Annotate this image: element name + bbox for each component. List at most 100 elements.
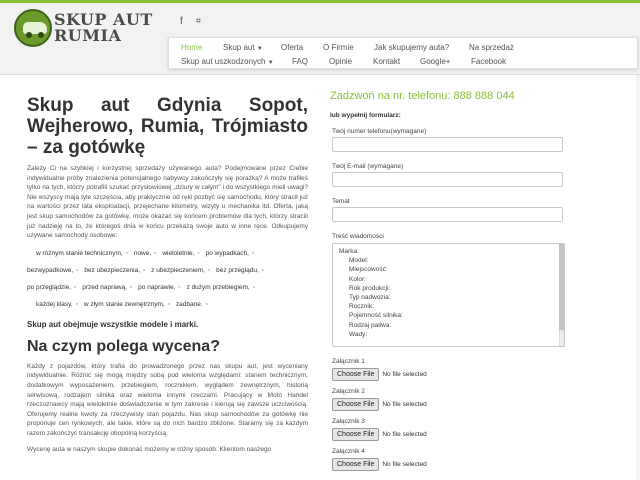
valuation-paragraph: Każdy z pojazdów, który trafia do prowad… — [27, 362, 308, 437]
page-scrollbar[interactable] — [636, 75, 640, 480]
attachment-2: Choose File No file selected — [332, 398, 427, 411]
file-status: No file selected — [382, 401, 427, 408]
bullet-icon: ▫ — [75, 300, 79, 308]
nav-opinie[interactable]: Opinie — [329, 57, 352, 66]
attachment-4: Choose File No file selected — [332, 458, 427, 471]
message-line: Model: — [349, 257, 369, 265]
subject-label: Temat — [332, 198, 350, 205]
message-textarea[interactable]: Marka: Model: Miejscowość: Kolor: Rok pr… — [332, 243, 565, 347]
attachment-1: Choose File No file selected — [332, 368, 427, 381]
message-label: Treść wiadomości — [332, 233, 384, 240]
list-row: każdej klasy, ▫ w złym stanie zewnętrznym… — [27, 300, 308, 317]
message-line: Typ nadwozia: — [349, 294, 391, 302]
vk-icon[interactable]: ⌗ — [196, 16, 202, 27]
list-item: bez ubezpieczenia, — [84, 266, 141, 274]
nav-o-firmie[interactable]: O Firmie — [323, 43, 354, 52]
nav-home[interactable]: Home — [181, 43, 202, 52]
bullet-icon: ▫ — [197, 249, 200, 257]
models-note: Skup aut obejmuje wszystkie modele i mar… — [27, 319, 199, 329]
email-label: Twój E-mail (wymagane) — [332, 163, 404, 170]
choose-file-button[interactable]: Choose File — [332, 458, 380, 471]
textarea-scrollbar[interactable] — [559, 244, 564, 346]
message-line: Rok produkcji: — [349, 284, 391, 292]
list-item: po wypadkach, — [205, 249, 249, 257]
message-line: Pojemność silnika: — [349, 312, 403, 320]
bullet-icon: ▫ — [125, 249, 129, 257]
attachment-label: Załącznik 2 — [332, 388, 365, 395]
bullet-icon: ▫ — [178, 283, 181, 291]
list-item: wieloletnie, — [162, 249, 195, 257]
file-status: No file selected — [382, 371, 427, 378]
nav-skup-uszkodzonych[interactable]: Skup aut uszkodzonych ▼ — [181, 57, 274, 66]
bullet-icon: ▫ — [252, 283, 256, 291]
nav-faq[interactable]: FAQ — [292, 57, 308, 66]
choose-file-button[interactable]: Choose File — [332, 428, 380, 441]
attachment-label: Załącznik 3 — [332, 418, 365, 425]
file-status: No file selected — [382, 461, 427, 468]
chevron-down-icon: ▼ — [267, 60, 274, 66]
list-item: z ubezpieczeniem, — [151, 266, 205, 274]
main-article: Skup aut Gdynia Sopot, Wejherowo, Rumia,… — [27, 95, 308, 454]
nav-kontakt[interactable]: Kontakt — [373, 57, 400, 66]
bullet-icon: ▫ — [261, 266, 265, 274]
main-navigation: Home Skup aut ▼ Oferta O Firmie Jak skup… — [168, 37, 638, 69]
social-links: f ⌗ — [180, 16, 211, 27]
phone-label: Twój numer telefonu(wymagane) — [332, 128, 427, 135]
nav-google-plus[interactable]: Google+ — [420, 57, 450, 66]
nav-skup-aut[interactable]: Skup aut ▼ — [223, 43, 263, 52]
bullet-icon: ▫ — [251, 249, 255, 257]
message-line: Rocznik: — [349, 303, 374, 311]
contact-form: Zadzwoń na nr. telefonu: 888 888 044 lub… — [330, 90, 570, 471]
subject-field[interactable] — [332, 207, 563, 222]
section-heading: Na czym polega wycena? — [27, 337, 220, 355]
chevron-down-icon: ▼ — [256, 46, 263, 52]
scrollbar-thumb[interactable] — [559, 244, 564, 330]
site-logo[interactable]: SKUP AUT RUMIA — [14, 9, 164, 55]
list-item: po przeglądzie, — [27, 283, 72, 291]
phone-callout: Zadzwoń na nr. telefonu: 888 888 044 — [330, 90, 515, 102]
email-field[interactable] — [332, 172, 563, 187]
nav-jak-skupujemy[interactable]: Jak skupujemy auta? — [374, 43, 449, 52]
list-item: bez przeglądu, — [216, 266, 259, 274]
attachment-label: Załącznik 4 — [332, 448, 365, 455]
nav-oferta[interactable]: Oferta — [281, 43, 303, 52]
logo-text: SKUP AUT RUMIA — [54, 12, 153, 44]
file-status: No file selected — [382, 431, 427, 438]
list-row: w różnym stanie technicznym, ▫ nowe, ▫ wie… — [27, 249, 308, 266]
bullet-icon: ▫ — [74, 283, 77, 291]
facebook-icon[interactable]: f — [180, 16, 183, 27]
choose-file-button[interactable]: Choose File — [332, 368, 380, 381]
choose-file-button[interactable]: Choose File — [332, 398, 380, 411]
form-title: lub wypełnij formularz: — [330, 112, 401, 119]
nav-na-sprzedaz[interactable]: Na sprzedaż — [469, 43, 514, 52]
logo-line-2: RUMIA — [54, 26, 122, 45]
bullet-icon: ▫ — [130, 283, 133, 291]
bullet-icon: ▫ — [208, 266, 211, 274]
message-line: Miejscowość: — [349, 266, 388, 274]
list-item: przed naprawą, — [82, 283, 128, 291]
nav-skup-uszkodzonych-label: Skup aut uszkodzonych — [181, 57, 266, 66]
page-title: Skup aut Gdynia Sopot, Wejherowo, Rumia,… — [27, 95, 308, 158]
list-item: po naprawie, — [138, 283, 176, 291]
logo-emblem — [14, 9, 52, 47]
list-item: z dużym przebiegiem, — [186, 283, 250, 291]
list-item: bezwypadkowe, — [27, 266, 74, 274]
list-row: po przeglądzie, ▫ przed naprawą, ▫ po napr… — [27, 283, 308, 300]
bullet-icon: ▫ — [76, 266, 79, 274]
list-item: każdej klasy, — [36, 300, 73, 308]
list-item: zadbane. — [175, 300, 203, 308]
car-icon — [23, 22, 47, 38]
bullet-icon: ▫ — [167, 300, 171, 308]
list-item: nowe, — [133, 249, 152, 257]
nav-facebook[interactable]: Facebook — [471, 57, 506, 66]
message-line: Rodzaj paliwa: — [349, 321, 392, 329]
bullet-icon: ▫ — [205, 300, 208, 308]
phone-field[interactable] — [332, 137, 563, 152]
car-condition-list: w różnym stanie technicznym, ▫ nowe, ▫ wie… — [27, 249, 308, 317]
valuation-paragraph-2: Wycenę auta w naszym skupie dokonać może… — [27, 445, 272, 453]
nav-skup-aut-label: Skup aut — [223, 43, 255, 52]
list-item: w różnym stanie technicznym, — [36, 249, 123, 257]
attachment-label: Załącznik 1 — [332, 358, 365, 365]
bullet-icon: ▫ — [143, 266, 146, 274]
list-row: bezwypadkowe, ▫ bez ubezpieczenia, ▫ z ube… — [27, 266, 308, 283]
